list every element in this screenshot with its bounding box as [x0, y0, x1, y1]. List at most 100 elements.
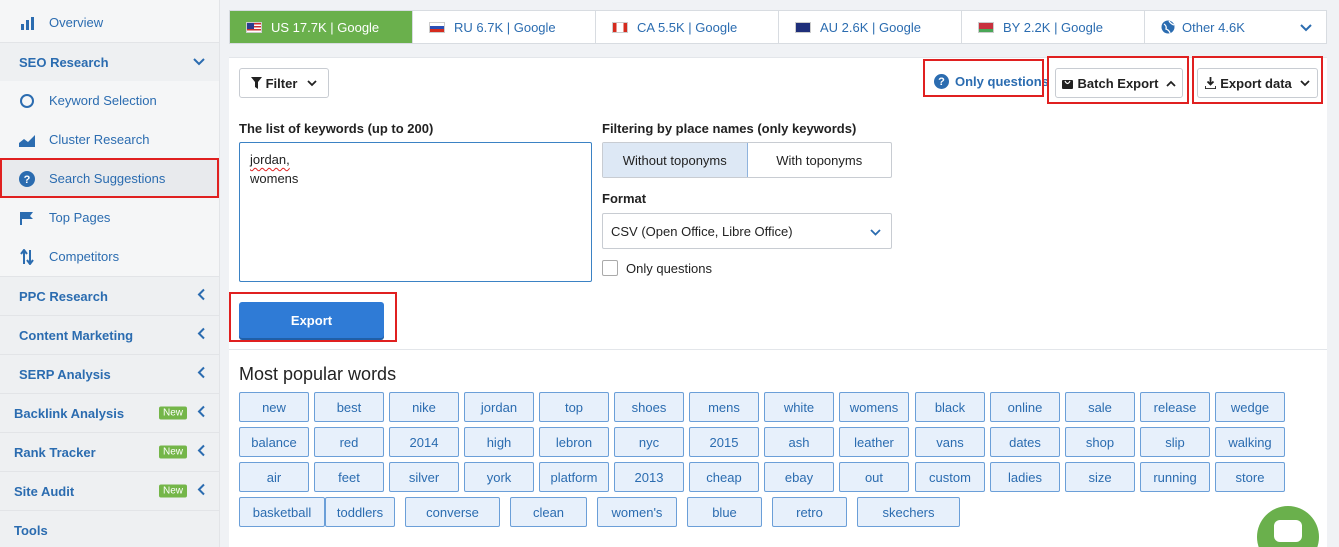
word-chip[interactable]: store	[1215, 462, 1285, 492]
word-chip[interactable]: basketball	[239, 497, 325, 527]
search-icon	[18, 92, 36, 110]
word-chip[interactable]: 2013	[614, 462, 684, 492]
word-chip[interactable]: jordan	[464, 392, 534, 422]
word-chip[interactable]: feet	[314, 462, 384, 492]
word-chip[interactable]: ash	[764, 427, 834, 457]
word-chip[interactable]: online	[990, 392, 1060, 422]
word-chip[interactable]: mens	[689, 392, 759, 422]
sidebar-section-content-marketing[interactable]: Content Marketing	[0, 315, 219, 354]
format-label: Format	[602, 191, 647, 206]
svg-text:?: ?	[24, 174, 31, 186]
tab-ca[interactable]: CA 5.5K | Google	[596, 11, 779, 43]
word-chip[interactable]: lebron	[539, 427, 609, 457]
word-chip[interactable]: out	[839, 462, 909, 492]
word-chip[interactable]: slip	[1140, 427, 1210, 457]
word-chip[interactable]: shoes	[614, 392, 684, 422]
keywords-textarea[interactable]: jordan, womens	[239, 142, 592, 282]
export-data-button[interactable]: Export data	[1197, 68, 1318, 98]
word-chip[interactable]: air	[239, 462, 309, 492]
word-chip[interactable]: white	[764, 392, 834, 422]
new-badge: New	[158, 445, 187, 459]
word-chip[interactable]: high	[464, 427, 534, 457]
chart-icon	[18, 14, 36, 32]
word-chip[interactable]: clean	[510, 497, 587, 527]
tab-au[interactable]: AU 2.6K | Google	[779, 11, 962, 43]
word-chip[interactable]: top	[539, 392, 609, 422]
with-toponyms-option[interactable]: With toponyms	[748, 143, 892, 177]
sidebar-item-rank-tracker[interactable]: Rank Tracker New	[0, 432, 219, 471]
sidebar-item-overview[interactable]: Overview	[0, 3, 219, 42]
word-chip[interactable]: nike	[389, 392, 459, 422]
only-questions-checkbox[interactable]: Only questions	[602, 260, 712, 276]
only-questions-link[interactable]: ? Only questions	[934, 74, 1049, 89]
sidebar-item-keyword-selection[interactable]: Keyword Selection	[0, 81, 219, 120]
sidebar-item-backlink-analysis[interactable]: Backlink Analysis New	[0, 393, 219, 432]
word-chip[interactable]: black	[915, 392, 985, 422]
word-chip[interactable]: sale	[1065, 392, 1135, 422]
sidebar-item-top-pages[interactable]: Top Pages	[0, 198, 219, 237]
chevron-down-icon	[870, 224, 881, 239]
word-chip[interactable]: leather	[839, 427, 909, 457]
chevron-down-icon	[307, 79, 318, 87]
sidebar-section-ppc-research[interactable]: PPC Research	[0, 276, 219, 315]
tab-by[interactable]: BY 2.2K | Google	[962, 11, 1145, 43]
toponyms-label: Filtering by place names (only keywords)	[602, 121, 857, 136]
word-chip[interactable]: converse	[405, 497, 500, 527]
tab-ru[interactable]: RU 6.7K | Google	[413, 11, 596, 43]
word-chip[interactable]: balance	[239, 427, 309, 457]
word-chip[interactable]: running	[1140, 462, 1210, 492]
word-chip[interactable]: red	[314, 427, 384, 457]
word-chip[interactable]: ebay	[764, 462, 834, 492]
chevron-left-icon	[197, 444, 205, 460]
download-icon	[1205, 77, 1217, 89]
word-chip[interactable]: blue	[687, 497, 762, 527]
word-chip[interactable]: cheap	[689, 462, 759, 492]
keyword-line: jordan,	[250, 152, 290, 167]
without-toponyms-option[interactable]: Without toponyms	[603, 143, 748, 177]
tab-other[interactable]: Other 4.6K	[1145, 11, 1326, 43]
sidebar-item-cluster-research[interactable]: Cluster Research	[0, 120, 219, 159]
sidebar-section-serp-analysis[interactable]: SERP Analysis	[0, 354, 219, 393]
word-chip[interactable]: silver	[389, 462, 459, 492]
word-chip[interactable]: york	[464, 462, 534, 492]
sidebar-item-search-suggestions[interactable]: ? Search Suggestions	[0, 159, 219, 198]
word-chip[interactable]: womens	[839, 392, 909, 422]
batch-export-button[interactable]: Batch Export	[1055, 68, 1183, 98]
filter-button[interactable]: Filter	[239, 68, 329, 98]
word-chip[interactable]: new	[239, 392, 309, 422]
chevron-up-icon	[1166, 80, 1177, 87]
sidebar-item-tools[interactable]: Tools	[0, 510, 219, 547]
word-chip[interactable]: retro	[772, 497, 847, 527]
word-chip[interactable]: wedge	[1215, 392, 1285, 422]
sidebar-section-seo-research[interactable]: SEO Research	[0, 42, 219, 81]
word-chip[interactable]: 2014	[389, 427, 459, 457]
word-chip[interactable]: ladies	[990, 462, 1060, 492]
chevron-left-icon	[197, 405, 205, 421]
export-button[interactable]: Export	[239, 302, 384, 338]
section-title: Most popular words	[239, 364, 397, 384]
word-chip[interactable]: platform	[539, 462, 609, 492]
word-chip[interactable]: walking	[1215, 427, 1285, 457]
format-select[interactable]: CSV (Open Office, Libre Office)	[602, 213, 892, 249]
word-chip[interactable]: custom	[915, 462, 985, 492]
database-tabs: US 17.7K | Google RU 6.7K | Google CA 5.…	[229, 10, 1327, 44]
word-chip[interactable]: dates	[990, 427, 1060, 457]
word-chip[interactable]: 2015	[689, 427, 759, 457]
word-chip[interactable]: vans	[915, 427, 985, 457]
sidebar-item-site-audit[interactable]: Site Audit New	[0, 471, 219, 510]
question-icon: ?	[934, 74, 949, 89]
word-chip[interactable]: shop	[1065, 427, 1135, 457]
word-chip[interactable]: release	[1140, 392, 1210, 422]
word-chip[interactable]: skechers	[857, 497, 960, 527]
word-chip[interactable]: toddlers	[325, 497, 395, 527]
keyword-line: womens	[250, 171, 299, 186]
tab-us[interactable]: US 17.7K | Google	[230, 11, 413, 43]
chat-icon	[1274, 520, 1302, 542]
word-chip[interactable]: best	[314, 392, 384, 422]
sidebar-item-competitors[interactable]: Competitors	[0, 237, 219, 276]
chevron-left-icon	[197, 483, 205, 499]
word-chip[interactable]: size	[1065, 462, 1135, 492]
word-chip[interactable]: women's	[597, 497, 677, 527]
word-chip[interactable]: nyc	[614, 427, 684, 457]
checkbox[interactable]	[602, 260, 618, 276]
